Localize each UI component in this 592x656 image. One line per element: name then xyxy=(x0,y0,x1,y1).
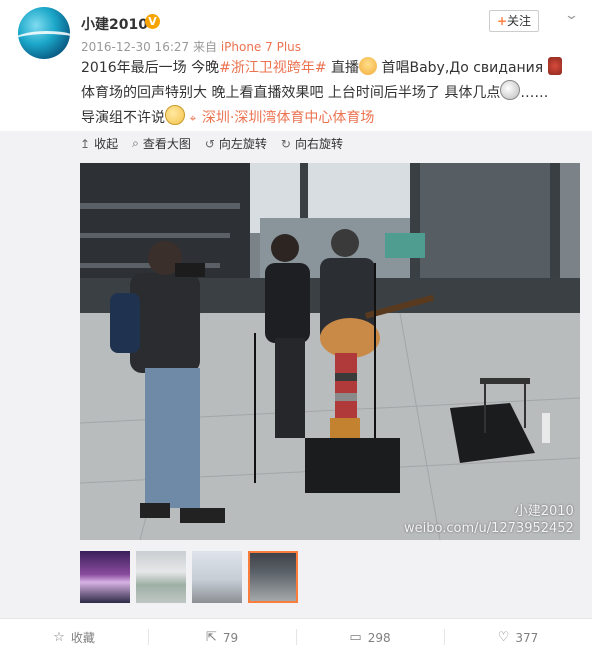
thumbnail-1[interactable] xyxy=(80,551,130,603)
rotate-left-button[interactable]: ↺ 向左旋转 xyxy=(205,135,267,152)
content-text-1: 2016年最后一场 今晚 xyxy=(81,60,220,76)
candle-emoji-icon xyxy=(359,57,378,75)
rotate-right-button[interactable]: ↻ 向右旋转 xyxy=(281,135,343,152)
source-device[interactable]: iPhone 7 Plus xyxy=(221,40,301,54)
post-meta: 2016-12-30 16:27 来自 iPhone 7 Plus xyxy=(81,38,301,55)
rotate-left-label: 向左旋转 xyxy=(218,137,267,151)
like-button[interactable]: ♡ 377 xyxy=(444,619,592,656)
shy-emoji-icon xyxy=(165,105,185,125)
rotate-left-icon: ↺ xyxy=(204,136,215,151)
content-text-5: …… xyxy=(520,85,549,101)
face-emoji-icon xyxy=(500,80,521,100)
location-link[interactable]: 深圳·深圳湾体育中心体育场 xyxy=(202,110,374,126)
chevron-down-icon[interactable]: ⌄ xyxy=(564,8,579,23)
hashtag-link[interactable]: #浙江卫视跨年# xyxy=(219,60,326,76)
watermark-username: 小建2010 xyxy=(514,504,574,519)
comment-button[interactable]: ▭ 298 xyxy=(296,619,444,656)
collapse-icon: ↥ xyxy=(80,136,91,151)
content-text-4: 体育场的回声特别大 晚上看直播效果吧 上台时间后半场了 具体几点 xyxy=(81,85,501,101)
content-text-2: 直播 xyxy=(326,60,360,76)
comment-count: 298 xyxy=(367,630,391,645)
collapse-label: 收起 xyxy=(94,137,119,151)
username[interactable]: 小建2010 xyxy=(81,14,148,34)
view-large-button[interactable]: ⌕ 查看大图 xyxy=(132,135,191,152)
content-text-6: 导演组不许说 xyxy=(81,110,165,126)
post-content: 2016年最后一场 今晚#浙江卫视跨年# 直播 首唱Baby,До свидан… xyxy=(81,56,581,130)
view-large-label: 查看大图 xyxy=(142,137,191,151)
thumbs-up-icon: ♡ xyxy=(497,630,510,645)
thumbnail-2[interactable] xyxy=(136,551,186,603)
repost-icon: ⇱ xyxy=(205,630,217,645)
avatar[interactable] xyxy=(18,7,70,59)
thumbnail-4-selected[interactable] xyxy=(248,551,298,603)
plus-icon: + xyxy=(496,14,508,28)
comment-icon: ▭ xyxy=(349,630,362,645)
collapse-button[interactable]: ↥ 收起 xyxy=(80,135,118,152)
rotate-right-icon: ↻ xyxy=(280,136,291,151)
avatar-wave-decoration xyxy=(18,31,70,52)
main-photo[interactable]: 小建2010 weibo.com/u/1273952452 xyxy=(80,163,580,540)
thumbnail-3[interactable] xyxy=(192,551,242,603)
thumbnail-strip xyxy=(80,551,298,603)
watermark-url: weibo.com/u/1273952452 xyxy=(404,521,574,536)
stage-photo-illustration xyxy=(80,163,580,540)
favorite-label: 收藏 xyxy=(70,631,95,645)
media-toolbar: ↥ 收起 ⌕ 查看大图 ↺ 向左旋转 ↻ 向右旋转 xyxy=(80,135,343,152)
figure-emoji-icon xyxy=(547,57,562,75)
post-timestamp[interactable]: 2016-12-30 16:27 xyxy=(81,40,189,54)
follow-button[interactable]: +关注 xyxy=(489,10,539,32)
photo-watermark: 小建2010 weibo.com/u/1273952452 xyxy=(404,503,574,537)
repost-button[interactable]: ⇱ 79 xyxy=(148,619,296,656)
repost-count: 79 xyxy=(222,630,239,645)
content-text-3: 首唱Baby,До свидания xyxy=(377,60,544,76)
star-icon: ☆ xyxy=(53,630,65,645)
action-bar: ☆ 收藏 ⇱ 79 ▭ 298 ♡ 377 xyxy=(0,618,592,656)
location-pin-icon: ⌖ xyxy=(189,111,197,125)
rotate-right-label: 向右旋转 xyxy=(294,137,343,151)
favorite-button[interactable]: ☆ 收藏 xyxy=(0,619,148,656)
like-count: 377 xyxy=(515,630,539,645)
search-icon: ⌕ xyxy=(132,136,139,150)
verified-badge-icon: V xyxy=(145,14,160,29)
source-prefix: 来自 xyxy=(192,40,217,54)
follow-label: 关注 xyxy=(507,14,532,28)
